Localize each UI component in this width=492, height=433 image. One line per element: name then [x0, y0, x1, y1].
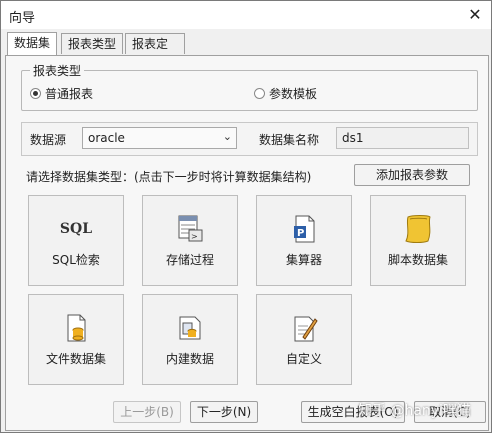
radio-selected-indicator — [30, 88, 41, 99]
svg-text:>: > — [191, 232, 198, 241]
tile-script-dataset[interactable]: 脚本数据集 — [370, 195, 466, 286]
file-db-icon — [29, 313, 123, 343]
radio-normal-report[interactable]: 普通报表 — [30, 85, 93, 102]
tile-custom[interactable]: 自定义 — [256, 294, 352, 385]
title-bar: 向导 ✕ — [1, 1, 491, 29]
next-button[interactable]: 下一步(N) — [190, 401, 258, 423]
report-type-legend: 报表类型 — [30, 62, 85, 79]
wizard-dialog: 向导 ✕ 数据集 报表类型 报表定义 报表类型 普通报表 参数模板 数据源 or… — [0, 0, 492, 433]
datasource-row: 数据源 oracle ⌄ 数据集名称 ds1 — [21, 122, 478, 156]
stored-procedure-icon: > — [143, 214, 237, 244]
tab-content-panel: 报表类型 普通报表 参数模板 数据源 oracle ⌄ 数据集名称 ds1 请选… — [5, 55, 489, 431]
chevron-down-icon: ⌄ — [222, 130, 232, 143]
tile-builtin-data[interactable]: 内建数据 — [142, 294, 238, 385]
dataset-name-label: 数据集名称 — [259, 133, 320, 147]
radio-unselected-indicator — [254, 88, 265, 99]
tab-dataset[interactable]: 数据集 — [7, 32, 57, 55]
radio-param-template[interactable]: 参数模板 — [254, 85, 317, 102]
custom-edit-icon — [257, 313, 351, 343]
script-scroll-icon — [371, 214, 465, 244]
dataset-type-hint: 请选择数据集类型：(点击下一步时将计算数据集结构) — [26, 170, 312, 184]
dataset-name-input[interactable]: ds1 — [336, 127, 469, 149]
tab-report-type[interactable]: 报表类型 — [61, 33, 123, 54]
tile-file-dataset[interactable]: 文件数据集 — [28, 294, 124, 385]
tile-stored-procedure[interactable]: > 存储过程 — [142, 195, 238, 286]
close-icon[interactable]: ✕ — [465, 5, 485, 25]
tab-report-definition[interactable]: 报表定义 — [125, 33, 185, 72]
calculator-doc-icon: P — [257, 214, 351, 244]
sql-icon: SQL — [59, 221, 93, 237]
tile-sql-query[interactable]: SQL SQL检索 — [28, 195, 124, 286]
builtin-data-icon — [143, 313, 237, 343]
prev-button[interactable]: 上一步(B) — [113, 401, 181, 423]
tile-calculator[interactable]: P 集算器 — [256, 195, 352, 286]
add-report-params-button[interactable]: 添加报表参数 — [354, 164, 470, 186]
datasource-label: 数据源 — [30, 133, 67, 147]
datasource-select[interactable]: oracle ⌄ — [82, 127, 237, 149]
window-title: 向导 — [9, 11, 36, 26]
svg-text:P: P — [297, 228, 304, 239]
report-type-group: 报表类型 普通报表 参数模板 — [21, 62, 478, 111]
watermark-text: 知乎 @hanyi嘿猫 — [358, 403, 471, 419]
